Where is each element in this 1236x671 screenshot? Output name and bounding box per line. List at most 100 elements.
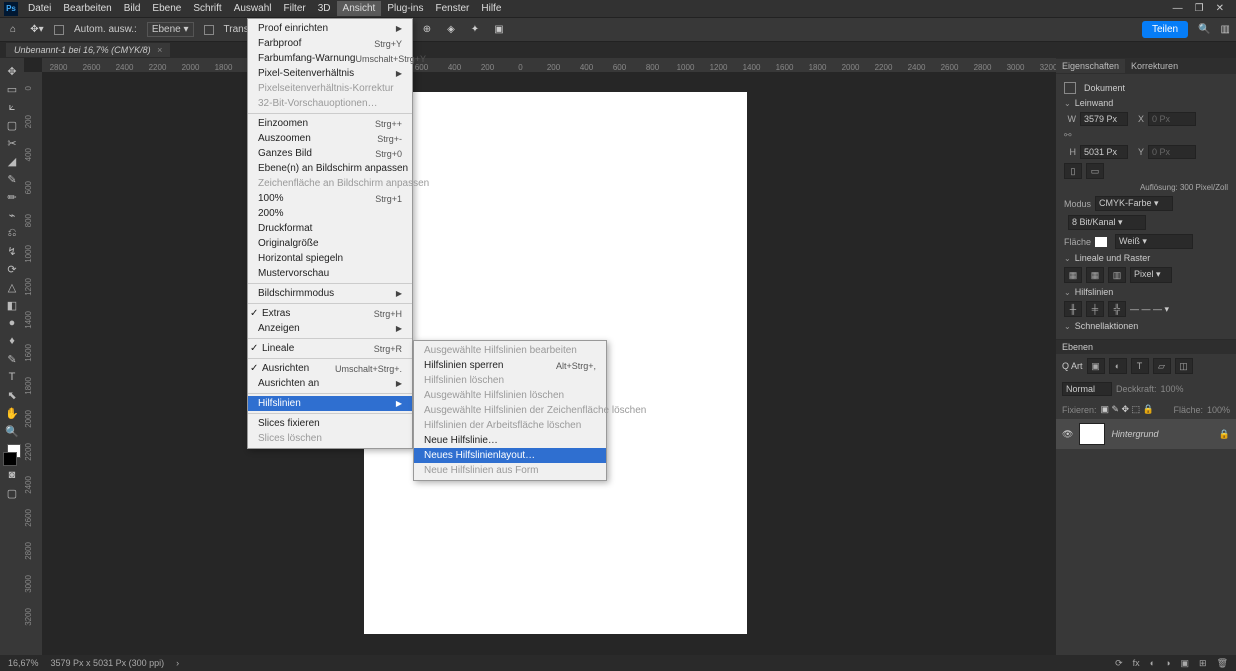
quickmask-icon[interactable]: ◙: [2, 466, 22, 484]
section-guides[interactable]: Hilfslinien: [1064, 287, 1228, 297]
close-tab-icon[interactable]: ×: [157, 45, 162, 55]
menu-item[interactable]: ✓LinealeStrg+R: [248, 341, 412, 356]
height-field[interactable]: 5031 Px: [1080, 145, 1128, 159]
fill-swatch[interactable]: [1095, 237, 1107, 247]
close-window-button[interactable]: ✕: [1216, 3, 1224, 14]
tool-4[interactable]: ✂: [2, 134, 22, 152]
layer-thumbnail[interactable]: [1079, 423, 1105, 445]
menu-item[interactable]: 100%Strg+1: [248, 191, 412, 206]
unit-select[interactable]: Pixel ▾: [1130, 267, 1172, 283]
search-icon[interactable]: 🔍: [1198, 24, 1210, 35]
menu-filter[interactable]: Filter: [278, 1, 312, 16]
tool-20[interactable]: 🔍: [2, 422, 22, 440]
timeline-icon[interactable]: ⟳: [1115, 658, 1123, 669]
menu-item[interactable]: Ebene(n) an Bildschirm anpassen: [248, 161, 412, 176]
zoom-level[interactable]: 16,67%: [8, 658, 39, 668]
menu-item[interactable]: FarbproofStrg+Y: [248, 36, 412, 51]
menu-plug-ins[interactable]: Plug-ins: [381, 1, 429, 16]
menu-item[interactable]: Ausrichten an▶: [248, 376, 412, 391]
tool-3[interactable]: ▢: [2, 116, 22, 134]
section-canvas[interactable]: Leinwand: [1064, 98, 1228, 108]
guides-icon[interactable]: ▥: [1108, 267, 1126, 283]
workspace-icon[interactable]: ▥: [1221, 24, 1230, 35]
screenmode-icon[interactable]: ▢: [2, 484, 22, 502]
menu-item[interactable]: ✓AusrichtenUmschalt+Strg+.: [248, 361, 412, 376]
guide-h-icon[interactable]: ╫: [1064, 301, 1082, 317]
transform-checkbox[interactable]: [204, 25, 214, 35]
filter-text-icon[interactable]: T: [1131, 358, 1149, 374]
menu-item[interactable]: Farbumfang-WarnungUmschalt+Strg+Y: [248, 51, 412, 66]
fx-icon[interactable]: fx: [1133, 658, 1140, 669]
menu-datei[interactable]: Datei: [22, 1, 57, 16]
color-mode-select[interactable]: CMYK-Farbe ▾: [1095, 196, 1173, 211]
menu-item[interactable]: Originalgröße: [248, 236, 412, 251]
new-layer-icon[interactable]: ⊞: [1199, 658, 1207, 669]
share-button[interactable]: Teilen: [1142, 21, 1188, 38]
guides-submenu[interactable]: Ausgewählte Hilfslinien bearbeitenHilfsl…: [413, 340, 607, 481]
menu-item[interactable]: Pixel-Seitenverhältnis▶: [248, 66, 412, 81]
section-quick[interactable]: Schnellaktionen: [1064, 321, 1228, 331]
tool-0[interactable]: ✥: [2, 62, 22, 80]
menu-item[interactable]: AuszoomenStrg+-: [248, 131, 412, 146]
menu-hilfe[interactable]: Hilfe: [475, 1, 507, 16]
filter-pixel-icon[interactable]: ▣: [1087, 358, 1105, 374]
view-menu-dropdown[interactable]: Proof einrichten▶FarbproofStrg+YFarbumfa…: [247, 18, 413, 449]
guide-v-icon[interactable]: ╪: [1086, 301, 1104, 317]
menu-item[interactable]: Bildschirmmodus▶: [248, 286, 412, 301]
bits-select[interactable]: 8 Bit/Kanal ▾: [1068, 215, 1146, 230]
x-field[interactable]: 0 Px: [1148, 112, 1196, 126]
menu-item[interactable]: Horizontal spiegeln: [248, 251, 412, 266]
tool-14[interactable]: ●: [2, 314, 22, 332]
blend-mode-select[interactable]: Normal: [1062, 382, 1112, 396]
menu-item[interactable]: Neue Hilfslinie…: [414, 433, 606, 448]
group-icon[interactable]: ▣: [1181, 658, 1190, 669]
menu-item[interactable]: ✓ExtrasStrg+H: [248, 306, 412, 321]
mask-icon[interactable]: ◐: [1150, 658, 1155, 669]
tool-7[interactable]: ✏: [2, 188, 22, 206]
tool-1[interactable]: ▭: [2, 80, 22, 98]
tab-properties[interactable]: Eigenschaften: [1056, 59, 1125, 73]
menu-item[interactable]: Hilfslinien▶: [248, 396, 412, 411]
filter-adj-icon[interactable]: ◐: [1109, 358, 1127, 374]
menu-item[interactable]: Mustervorschau: [248, 266, 412, 281]
tool-8[interactable]: ⌁: [2, 206, 22, 224]
menu-3d[interactable]: 3D: [312, 1, 337, 16]
menu-auswahl[interactable]: Auswahl: [228, 1, 278, 16]
menu-bild[interactable]: Bild: [118, 1, 147, 16]
tool-11[interactable]: ⟳: [2, 260, 22, 278]
menu-item[interactable]: Slices fixieren: [248, 416, 412, 431]
lock-icons[interactable]: ▣ ✎ ✥ ⬚ 🔒: [1101, 404, 1154, 415]
menu-item[interactable]: Druckformat: [248, 221, 412, 236]
tool-16[interactable]: ✎: [2, 350, 22, 368]
auto-select-mode[interactable]: Ebene ▾: [147, 22, 194, 37]
menu-item[interactable]: Anzeigen▶: [248, 321, 412, 336]
menu-item[interactable]: Ganzes BildStrg+0: [248, 146, 412, 161]
menu-item[interactable]: Hilfslinien sperrenAlt+Strg+,: [414, 358, 606, 373]
tab-adjustments[interactable]: Korrekturen: [1125, 59, 1184, 73]
ruler-icon[interactable]: ▦: [1064, 267, 1082, 283]
minimize-button[interactable]: —: [1173, 3, 1183, 14]
portrait-icon[interactable]: ▯: [1064, 163, 1082, 179]
landscape-icon[interactable]: ▭: [1086, 163, 1104, 179]
move-tool-icon[interactable]: ✥▾: [30, 23, 44, 37]
layer-row[interactable]: 👁 Hintergrund 🔒: [1056, 419, 1236, 449]
grid-icon[interactable]: ▦: [1086, 267, 1104, 283]
menu-schrift[interactable]: Schrift: [187, 1, 227, 16]
width-field[interactable]: 3579 Px: [1080, 112, 1128, 126]
maximize-button[interactable]: ❐: [1195, 3, 1204, 14]
light-icon[interactable]: ✦: [468, 23, 482, 37]
tool-12[interactable]: △: [2, 278, 22, 296]
tab-layers[interactable]: Ebenen: [1056, 340, 1236, 354]
section-rulers[interactable]: Lineale und Raster: [1064, 253, 1228, 263]
camera-icon[interactable]: ▣: [492, 23, 506, 37]
tool-5[interactable]: ◢: [2, 152, 22, 170]
tool-19[interactable]: ✋: [2, 404, 22, 422]
filter-shape-icon[interactable]: ▱: [1153, 358, 1171, 374]
zoom3d-icon[interactable]: ◈: [444, 23, 458, 37]
menu-ansicht[interactable]: Ansicht: [337, 1, 382, 16]
adj-icon[interactable]: ◑: [1165, 658, 1170, 669]
trash-icon[interactable]: 🗑: [1217, 658, 1228, 669]
tool-6[interactable]: ✎: [2, 170, 22, 188]
menu-item[interactable]: Neues Hilfslinienlayout…: [414, 448, 606, 463]
pan-icon[interactable]: ⊕: [420, 23, 434, 37]
